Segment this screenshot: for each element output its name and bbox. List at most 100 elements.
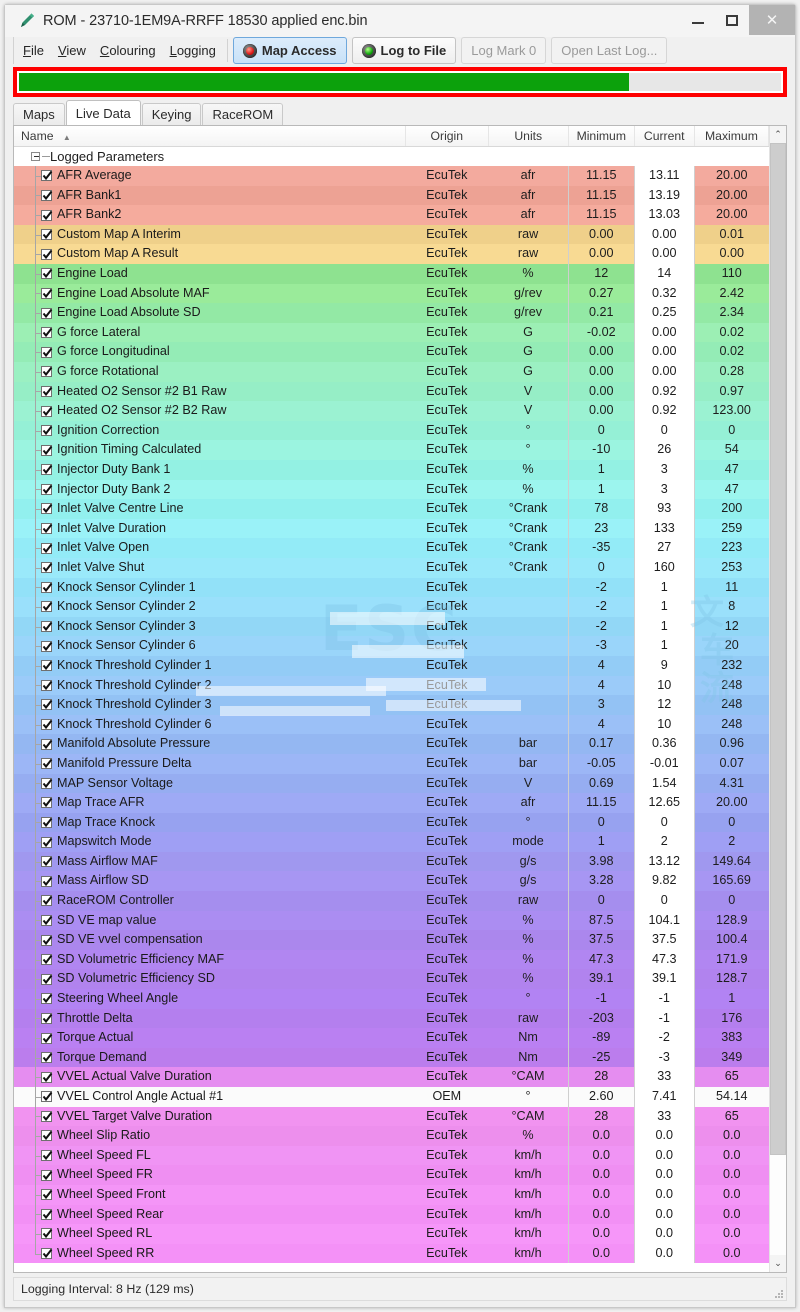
table-row[interactable]: MAP Sensor Voltage EcuTek V 0.69 1.54 4.31: [14, 773, 769, 794]
column-header-origin[interactable]: Origin: [405, 126, 489, 147]
row-checkbox[interactable]: [41, 562, 53, 574]
table-row[interactable]: Mapswitch Mode EcuTek mode 1 2 2: [14, 832, 769, 852]
row-checkbox[interactable]: [41, 758, 53, 770]
table-row[interactable]: Heated O2 Sensor #2 B1 Raw EcuTek V 0.00 0.9…: [14, 381, 769, 402]
log-to-file-button[interactable]: Log to File: [351, 37, 457, 64]
table-row[interactable]: Knock Threshold Cylinder 1 EcuTek 4 9 232: [14, 655, 769, 676]
row-checkbox[interactable]: [41, 523, 53, 535]
row-checkbox[interactable]: [41, 425, 53, 437]
row-checkbox[interactable]: [41, 1032, 53, 1044]
map-access-button[interactable]: Map Access: [232, 37, 347, 64]
row-checkbox[interactable]: [41, 777, 53, 789]
table-row[interactable]: Wheel Speed FL EcuTek km/h 0.0 0.0 0.0: [14, 1145, 769, 1166]
row-checkbox[interactable]: [41, 993, 53, 1005]
row-checkbox[interactable]: [41, 1228, 53, 1240]
table-row[interactable]: Mass Airflow SD EcuTek g/s 3.28 9.82 165.69: [14, 871, 769, 892]
resize-grip-icon[interactable]: [773, 1288, 783, 1298]
row-checkbox[interactable]: [41, 601, 53, 613]
row-checkbox[interactable]: [41, 699, 53, 711]
row-checkbox[interactable]: [41, 483, 53, 495]
column-header-units[interactable]: Units: [488, 126, 569, 147]
row-checkbox[interactable]: [41, 875, 53, 887]
column-header-maximum[interactable]: Maximum: [694, 126, 769, 147]
row-checkbox[interactable]: [41, 464, 53, 476]
table-row[interactable]: AFR Bank1 EcuTek afr 11.15 13.19 20.00: [14, 185, 769, 206]
tab-maps[interactable]: Maps: [13, 103, 65, 125]
collapse-group-icon[interactable]: [31, 151, 40, 161]
row-checkbox[interactable]: [41, 542, 53, 554]
row-checkbox[interactable]: [41, 170, 53, 182]
table-row[interactable]: G force Longitudinal EcuTek G 0.00 0.00 0.02: [14, 342, 769, 363]
row-checkbox[interactable]: [41, 1150, 53, 1162]
menu-item-file[interactable]: File: [16, 39, 51, 62]
row-checkbox[interactable]: [41, 1071, 53, 1083]
table-group-row[interactable]: Logged Parameters: [14, 146, 769, 167]
table-row[interactable]: Engine Load EcuTek% 12 14 110: [14, 264, 769, 284]
row-checkbox[interactable]: [41, 856, 53, 868]
close-button[interactable]: ✕: [749, 5, 795, 35]
menu-item-view[interactable]: View: [51, 39, 93, 62]
tab-live-data[interactable]: Live Data: [65, 100, 141, 125]
menu-item-colouring[interactable]: Colouring: [93, 39, 163, 62]
row-checkbox[interactable]: [41, 621, 53, 633]
vertical-scrollbar[interactable]: ⌃ ⌄: [769, 126, 786, 1272]
table-row[interactable]: RaceROM Controller EcuTek raw 0 0 0: [14, 891, 769, 911]
row-checkbox[interactable]: [41, 287, 53, 299]
table-row[interactable]: Wheel Speed FR EcuTek km/h 0.0 0.0 0.0: [14, 1165, 769, 1185]
row-checkbox[interactable]: [41, 640, 53, 652]
maximize-button[interactable]: [714, 5, 749, 35]
minimize-button[interactable]: [682, 5, 714, 35]
scroll-down-icon[interactable]: ⌄: [770, 1255, 786, 1272]
row-checkbox[interactable]: [41, 189, 53, 201]
table-row[interactable]: Wheel Speed Front EcuTek km/h 0.0 0.0 0.0: [14, 1184, 769, 1205]
row-checkbox[interactable]: [41, 346, 53, 358]
row-checkbox[interactable]: [41, 1208, 53, 1220]
tab-keying[interactable]: Keying: [141, 103, 202, 125]
table-row[interactable]: Custom Map A Result EcuTek raw 0.00 0.00 0.00: [14, 244, 769, 265]
menu-item-logging[interactable]: Logging: [163, 39, 223, 62]
row-checkbox[interactable]: [41, 307, 53, 319]
row-checkbox[interactable]: [41, 209, 53, 221]
table-row[interactable]: SD VE map value EcuTek% 87.5 104.1 128.9: [14, 910, 769, 931]
scrollbar-thumb[interactable]: [770, 143, 786, 1155]
log-mark-button[interactable]: Log Mark 0: [461, 37, 547, 64]
row-checkbox[interactable]: [41, 327, 53, 339]
row-checkbox[interactable]: [41, 444, 53, 456]
table-row[interactable]: Knock Threshold Cylinder 3 EcuTek 3 12 248: [14, 695, 769, 715]
table-row[interactable]: Knock Threshold Cylinder 2 EcuTek 4 10 248: [14, 675, 769, 696]
table-row[interactable]: Manifold Pressure Delta EcuTek bar -0.05 -0.…: [14, 753, 769, 774]
row-checkbox[interactable]: [41, 679, 53, 691]
open-last-log-button[interactable]: Open Last Log...: [551, 37, 668, 64]
row-checkbox[interactable]: [41, 503, 53, 515]
table-row[interactable]: Custom Map A Interim EcuTek raw 0.00 0.00 0.0…: [14, 224, 769, 245]
row-checkbox[interactable]: [41, 660, 53, 672]
table-row[interactable]: Heated O2 Sensor #2 B2 Raw EcuTek V 0.00 0.9…: [14, 401, 769, 421]
table-row[interactable]: Knock Sensor Cylinder 2 EcuTek -2 1 8: [14, 597, 769, 617]
row-checkbox[interactable]: [41, 581, 53, 593]
scrollbar-track[interactable]: [770, 143, 786, 1255]
row-checkbox[interactable]: [41, 1169, 53, 1181]
table-row[interactable]: Mass Airflow MAF EcuTek g/s 3.98 13.12 149.64: [14, 851, 769, 872]
row-checkbox[interactable]: [41, 248, 53, 260]
row-checkbox[interactable]: [41, 816, 53, 828]
row-checkbox[interactable]: [41, 738, 53, 750]
row-checkbox[interactable]: [41, 719, 53, 731]
row-checkbox[interactable]: [41, 895, 53, 907]
table-row[interactable]: Wheel Speed RL EcuTek km/h 0.0 0.0 0.0: [14, 1224, 769, 1244]
table-row[interactable]: Knock Sensor Cylinder 6 EcuTek -3 1 20: [14, 636, 769, 656]
row-checkbox[interactable]: [41, 1091, 53, 1103]
table-row[interactable]: Manifold Absolute Pressure EcuTek bar 0.17 0…: [14, 734, 769, 754]
table-row[interactable]: SD Volumetric Efficiency MAF EcuTek% 47.3 4…: [14, 949, 769, 970]
tab-raceROM[interactable]: RaceROM: [202, 103, 284, 125]
row-checkbox[interactable]: [41, 268, 53, 280]
table-row[interactable]: Knock Sensor Cylinder 3 EcuTek -2 1 12: [14, 616, 769, 637]
row-checkbox[interactable]: [41, 934, 53, 946]
column-header-current[interactable]: Current: [634, 126, 695, 147]
table-row[interactable]: Inlet Valve Open EcuTek °Crank -35 27 223: [14, 538, 769, 558]
table-row[interactable]: AFR Average EcuTek afr 11.15 13.11 20.00: [14, 166, 769, 186]
table-row[interactable]: VVEL Control Angle Actual #1 OEM ° 2.60 7.41…: [14, 1087, 769, 1107]
row-checkbox[interactable]: [41, 229, 53, 241]
table-row[interactable]: VVEL Actual Valve Duration EcuTek °CAM 28 33…: [14, 1067, 769, 1087]
table-row[interactable]: Inlet Valve Centre Line EcuTek °Crank 78 93 2…: [14, 499, 769, 519]
row-checkbox[interactable]: [41, 914, 53, 926]
